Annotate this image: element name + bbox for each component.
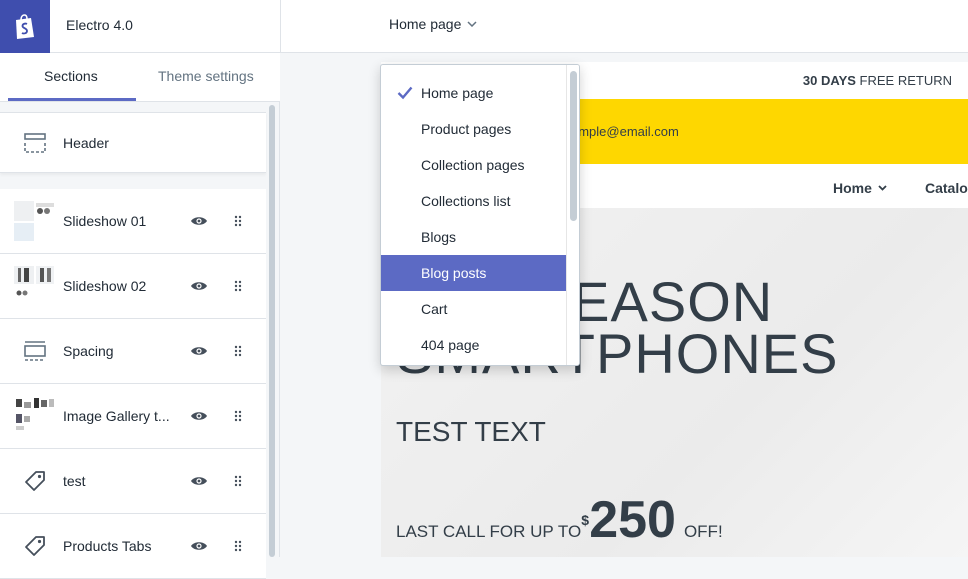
tab-sections[interactable]: Sections [44,68,98,84]
dropdown-option-404-page[interactable]: 404 page [381,327,566,363]
hero-offer: LAST CALL FOR UP TO $250 OFF! [396,494,723,546]
page-selector[interactable]: Home page [389,16,477,32]
price-value: 250 [589,491,676,549]
section-label: Spacing [63,343,114,359]
section-label: Slideshow 02 [63,278,147,294]
dropdown-option-collections-list[interactable]: Collections list [381,183,566,219]
spacing-icon [14,331,56,371]
section-label: Slideshow 01 [63,213,147,229]
slideshow-thumbnail-icon [14,266,56,306]
dropdown-option-collection-pages[interactable]: Collection pages [381,147,566,183]
checkmark-icon [397,86,413,100]
page-select-dropdown: Home page Product pages Collection pages… [380,64,580,366]
nav-home-label: Home [833,180,872,196]
dropdown-option-product-pages[interactable]: Product pages [381,111,566,147]
hero-subtitle: TEST TEXT [396,416,546,447]
free-return-text: 30 DAYS FREE RETURN [803,73,952,88]
section-item-products-tabs[interactable]: Products Tabs [0,514,266,579]
contact-email: ample@email.com [571,124,679,139]
section-item-spacing[interactable]: Spacing [0,319,266,384]
dropdown-option-label: Home page [421,85,494,101]
dropdown-option-label: Blog posts [421,265,487,281]
top-bar: Electro 4.0 Home page [0,0,968,53]
visibility-eye-icon[interactable] [190,345,208,357]
section-label: Products Tabs [63,538,152,554]
section-item-image-gallery[interactable]: Image Gallery t... [0,384,266,449]
tag-icon [14,526,56,566]
section-item-header[interactable]: Header [0,112,266,173]
free-return-days: 30 DAYS [802,73,856,88]
drag-handle-icon[interactable] [234,215,242,227]
drag-handle-icon[interactable] [234,280,242,292]
dropdown-option-cart[interactable]: Cart [381,291,566,327]
visibility-eye-icon[interactable] [190,215,208,227]
gallery-thumbnail-icon [14,396,56,436]
sidebar-scroll-thumb[interactable] [269,105,275,557]
drag-handle-icon[interactable] [234,475,242,487]
dropdown-option-label: Collection pages [421,157,525,173]
active-tab-indicator [8,98,136,101]
visibility-eye-icon[interactable] [190,475,208,487]
section-label: Header [63,134,109,151]
section-label: Image Gallery t... [63,408,170,424]
visibility-eye-icon[interactable] [190,280,208,292]
dropdown-option-label: 404 page [421,337,480,353]
dropdown-option-label: Cart [421,301,448,317]
dropdown-option-home-page[interactable]: Home page [381,75,566,111]
chevron-down-icon [878,185,887,191]
section-label: test [63,473,86,489]
top-divider [280,0,281,53]
header-layout-icon [14,123,56,163]
dropdown-option-label: Blogs [421,229,457,245]
nav-home-link[interactable]: Home [833,180,887,196]
section-item-test[interactable]: test [0,449,266,514]
offer-price: $250 [581,494,676,546]
slideshow-thumbnail-icon [14,201,56,241]
sidebar-scrollbar[interactable] [267,105,277,557]
drag-handle-icon[interactable] [234,345,242,357]
theme-name: Electro 4.0 [66,17,133,33]
shopify-bag-icon [16,13,34,39]
drag-handle-icon[interactable] [234,410,242,422]
dropdown-scrollbar[interactable] [566,65,579,365]
sidebar-tabs: Sections Theme settings [0,53,280,102]
tag-icon [14,461,56,501]
offer-prefix: LAST CALL FOR UP TO [396,522,582,541]
page-selector-label: Home page [389,16,462,32]
dropdown-option-blogs[interactable]: Blogs [381,219,566,255]
currency-symbol: $ [581,512,589,528]
dropdown-scroll-thumb[interactable] [570,71,577,221]
dropdown-option-label: Collections list [421,193,511,209]
sidebar: Sections Theme settings Header Slideshow… [0,53,280,579]
drag-handle-icon[interactable] [234,540,242,552]
free-return-label: FREE RETURN [859,73,952,88]
tab-theme-settings[interactable]: Theme settings [158,68,254,84]
section-item-slideshow-01[interactable]: Slideshow 01 [0,189,266,254]
shopify-logo[interactable] [0,0,50,53]
visibility-eye-icon[interactable] [190,540,208,552]
section-item-slideshow-02[interactable]: Slideshow 02 [0,254,266,319]
chevron-down-icon [467,21,477,27]
offer-suffix: OFF! [683,522,723,541]
visibility-eye-icon[interactable] [190,410,208,422]
dropdown-option-label: Product pages [421,121,512,137]
dropdown-option-blog-posts[interactable]: Blog posts [381,255,566,291]
nav-catalog-link[interactable]: Catalo [925,180,968,196]
